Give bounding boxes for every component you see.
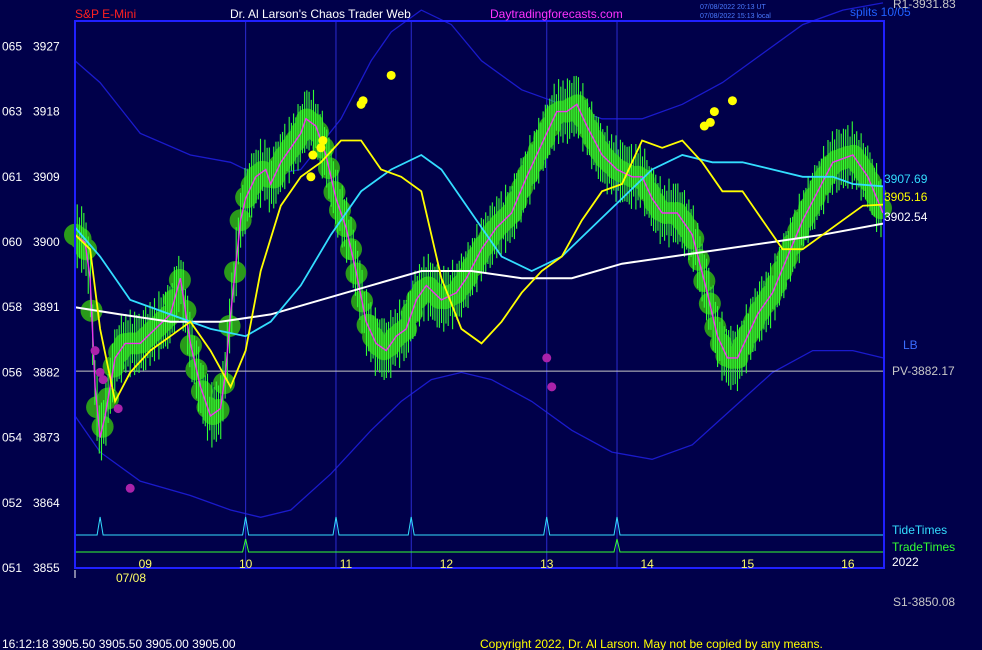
timestamp-local: 07/08/2022 15:13 local (700, 13, 771, 20)
low-marker (113, 404, 123, 414)
y-tick-left: 052 (2, 496, 22, 510)
low-marker (547, 382, 557, 392)
chart: TideTimes TradeTimes 065 3927 063 3918 061 390… (0, 0, 982, 650)
high-marker (308, 150, 318, 160)
x-tick-label: 10 (239, 557, 253, 571)
y-tick-right: 3882 (33, 365, 60, 379)
year-label: 2022 (892, 555, 919, 569)
x-tick-label: 13 (540, 557, 554, 571)
y-tick-left: 058 (2, 300, 22, 314)
high-marker (318, 136, 328, 146)
y-tick-left: 060 (2, 235, 22, 249)
high-marker (705, 117, 715, 127)
x-tick-label: 11 (340, 557, 353, 571)
y-tick-right: 3864 (33, 496, 60, 510)
high-marker (386, 70, 396, 80)
y-tick-left: 065 (2, 39, 22, 53)
s1-label: S1-3850.08 (893, 595, 955, 609)
instrument-title: S&P E-Mini (75, 7, 136, 21)
quote-line: 16:12:18 3905.50 3905.50 3905.00 3905.00 (2, 637, 236, 650)
site-url: Daytradingforecasts.com (490, 7, 623, 21)
low-marker (542, 353, 552, 363)
value-label: 3905.16 (884, 190, 928, 204)
y-tick-right: 3927 (33, 39, 60, 53)
date-label: 07/08 (116, 571, 146, 585)
value-label: 3902.54 (884, 210, 928, 224)
high-marker (727, 96, 737, 106)
high-marker (709, 107, 719, 117)
y-tick-right: 3855 (33, 561, 60, 575)
x-tick-label: 09 (139, 557, 153, 571)
y-tick-left: 054 (2, 431, 22, 445)
value-label: 3907.69 (884, 172, 928, 186)
y-tick-right: 3900 (33, 235, 60, 249)
band-label: LB (903, 338, 918, 352)
x-tick-label: 14 (640, 557, 654, 571)
r1-label: R1-3931.83 (893, 0, 956, 11)
timestamp-ut: 07/08/2022 20:13 UT (700, 4, 766, 11)
x-tick-label: 16 (841, 557, 855, 571)
low-marker (90, 346, 100, 356)
low-marker (98, 375, 108, 385)
low-marker (125, 483, 135, 493)
copyright: Copyright 2022, Dr. Al Larson. May not b… (480, 637, 823, 650)
y-tick-left: 051 (2, 561, 22, 575)
high-marker (306, 172, 316, 182)
x-tick-label: 15 (741, 557, 755, 571)
y-tick-right: 3918 (33, 105, 60, 119)
y-tick-left: 063 (2, 105, 22, 119)
x-tick-label: 12 (440, 557, 454, 571)
event-row-label: TradeTimes (892, 540, 955, 554)
event-row-label: TideTimes (892, 523, 947, 537)
y-tick-right: 3891 (33, 300, 60, 314)
site-title: Dr. Al Larson's Chaos Trader Web (230, 7, 411, 21)
y-tick-right: 3909 (33, 170, 60, 184)
high-marker (358, 96, 368, 106)
y-tick-left: 061 (2, 170, 22, 184)
pivot-label: PV-3882.17 (892, 364, 955, 378)
y-tick-left: 056 (2, 365, 22, 379)
y-tick-right: 3873 (33, 431, 60, 445)
value-labels: 3907.69 3905.16 3902.54 (884, 172, 928, 224)
